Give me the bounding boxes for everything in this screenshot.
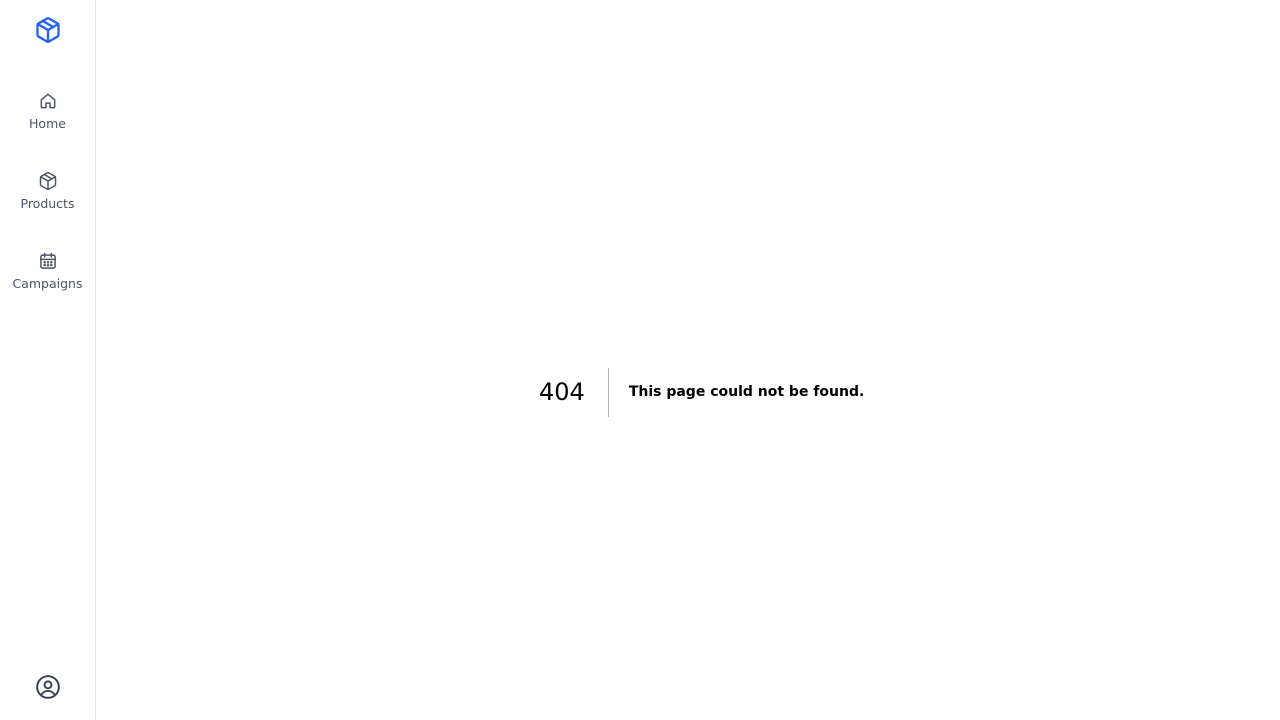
sidebar-item-label: Campaigns (12, 276, 83, 291)
sidebar-item-label: Home (29, 116, 66, 131)
sidebar-item-products[interactable]: Products (0, 160, 95, 240)
sidebar: Home Products Campaigns (0, 0, 96, 720)
home-icon (37, 90, 59, 112)
not-found-panel: 404 This page could not be found. (539, 368, 864, 417)
user-circle-icon[interactable] (35, 674, 61, 700)
package-icon (37, 170, 59, 192)
sidebar-nav: Home Products Campaigns (0, 80, 95, 320)
sidebar-item-home[interactable]: Home (0, 80, 95, 160)
app-root: Home Products Campaigns 404 This page co… (0, 0, 1280, 720)
sidebar-item-campaigns[interactable]: Campaigns (0, 240, 95, 320)
error-code: 404 (539, 378, 585, 406)
sidebar-item-label: Products (20, 196, 75, 211)
error-message: This page could not be found. (628, 384, 865, 400)
logo-cube-icon[interactable] (34, 16, 62, 44)
main-content: 404 This page could not be found. (96, 0, 1280, 720)
calendar-icon (37, 250, 59, 272)
